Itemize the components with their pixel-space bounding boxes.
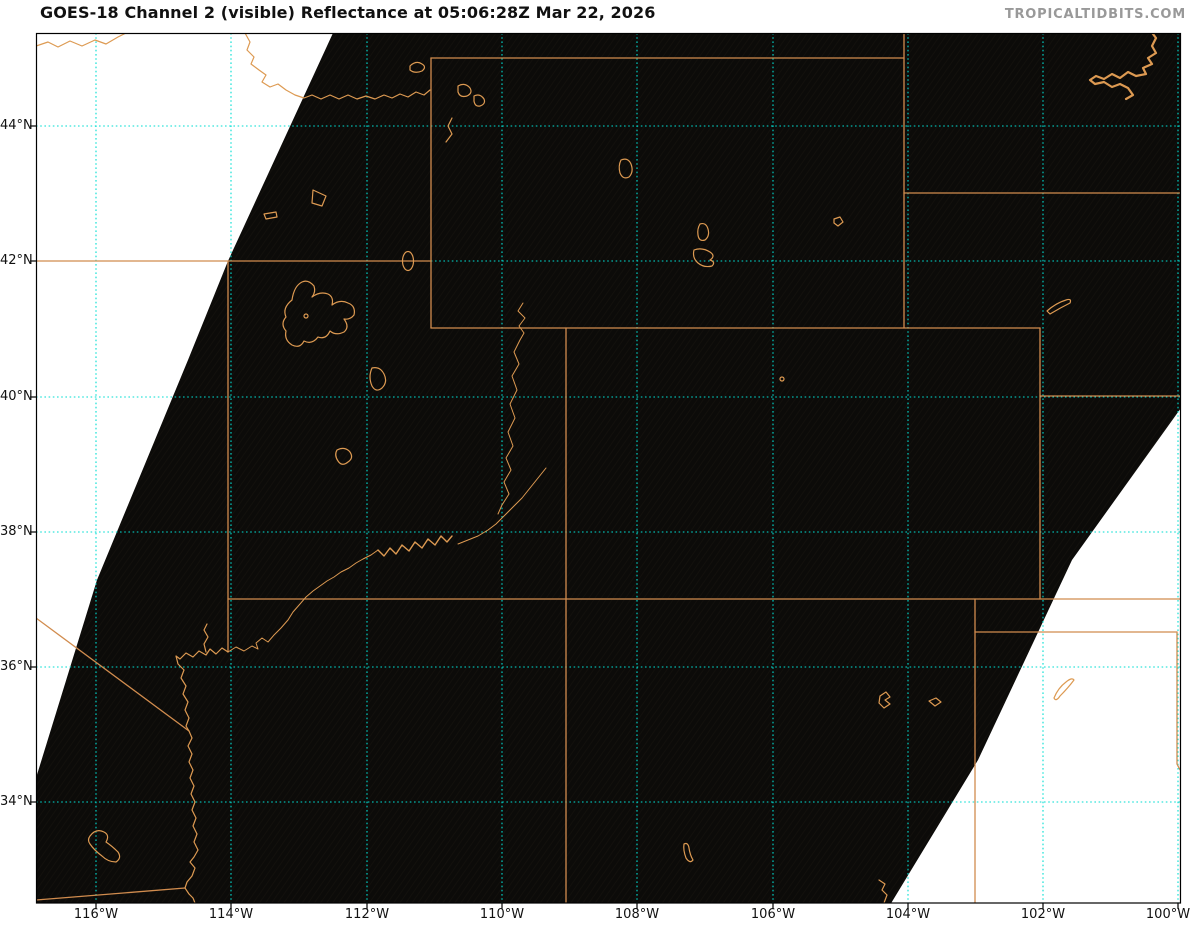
x-axis-label: 114°W [208, 907, 254, 922]
y-axis-label: 40°N [0, 389, 33, 404]
y-axis-label: 44°N [0, 118, 33, 133]
x-axis-label: 110°W [479, 907, 525, 922]
watermark: TROPICALTIDBITS.COM [1004, 7, 1186, 22]
x-axis-label: 104°W [885, 907, 931, 922]
y-axis-label: 38°N [0, 524, 33, 539]
map-canvas [0, 0, 1200, 929]
y-axis-label: 42°N [0, 253, 33, 268]
x-axis-label: 106°W [750, 907, 796, 922]
x-axis-label: 108°W [614, 907, 660, 922]
x-axis-label: 100°W [1145, 907, 1191, 922]
x-axis-label: 116°W [73, 907, 119, 922]
satellite-image-view: GOES-18 Channel 2 (visible) Reflectance … [0, 0, 1200, 929]
image-title: GOES-18 Channel 2 (visible) Reflectance … [40, 3, 656, 22]
y-axis-label: 34°N [0, 794, 33, 809]
x-axis-label: 102°W [1020, 907, 1066, 922]
x-axis-label: 112°W [344, 907, 390, 922]
y-axis-label: 36°N [0, 659, 33, 674]
